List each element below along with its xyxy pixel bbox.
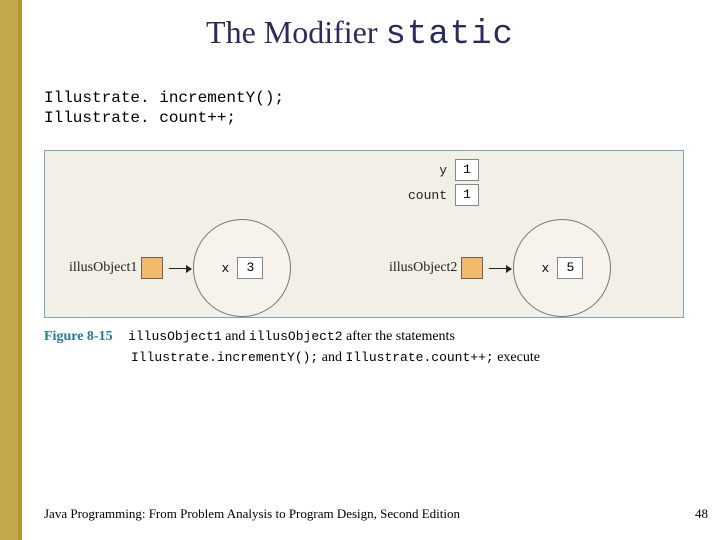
caption-code-3: Illustrate.incrementY();: [131, 350, 318, 365]
figure-diagram: y 1 count 1 illusObject1 x 3 illusObject…: [44, 150, 684, 318]
y-label: y: [395, 163, 455, 178]
caption-code-2: illusObject2: [249, 329, 343, 344]
count-label: count: [395, 188, 455, 203]
object1-x-value: 3: [237, 257, 263, 279]
object2-refbox: [461, 257, 483, 279]
caption-text-4: execute: [494, 350, 540, 365]
object2-label: illusObject2: [389, 260, 457, 276]
static-vars-block: y 1 count 1: [395, 159, 479, 209]
sidebar-accent-inner: [0, 0, 18, 540]
object2-group: illusObject2 x 5: [389, 219, 611, 317]
code-snippet: Illustrate. incrementY(); Illustrate. co…: [44, 88, 284, 128]
caption-code-4: Illustrate.count++;: [345, 350, 493, 365]
object2-x-value: 5: [557, 257, 583, 279]
title-prefix: The Modifier: [206, 14, 386, 50]
arrow-icon: [169, 268, 191, 269]
count-value: 1: [455, 184, 479, 206]
arrow-icon: [489, 268, 511, 269]
object1-x-label: x: [222, 261, 230, 276]
object2-x-label: x: [542, 261, 550, 276]
static-var-count: count 1: [395, 184, 479, 206]
object1-label: illusObject1: [69, 260, 137, 276]
object2-circle: x 5: [513, 219, 611, 317]
object1-circle: x 3: [193, 219, 291, 317]
caption-text-1: and: [222, 329, 249, 344]
object1-refbox: [141, 257, 163, 279]
y-value: 1: [455, 159, 479, 181]
caption-text-3: and: [318, 350, 345, 365]
code-line-1: Illustrate. incrementY();: [44, 88, 284, 108]
title-code: static: [386, 16, 514, 54]
caption-code-1: illusObject1: [128, 329, 222, 344]
figure-number: Figure 8-15: [44, 329, 113, 344]
static-var-y: y 1: [395, 159, 479, 181]
page-number: 48: [695, 506, 708, 522]
slide-title: The Modifier static: [0, 0, 720, 54]
figure-caption: Figure 8-15 illusObject1 and illusObject…: [44, 326, 684, 368]
code-line-2: Illustrate. count++;: [44, 108, 284, 128]
footer-text: Java Programming: From Problem Analysis …: [44, 506, 460, 522]
caption-text-2: after the statements: [343, 329, 455, 344]
object1-group: illusObject1 x 3: [69, 219, 291, 317]
